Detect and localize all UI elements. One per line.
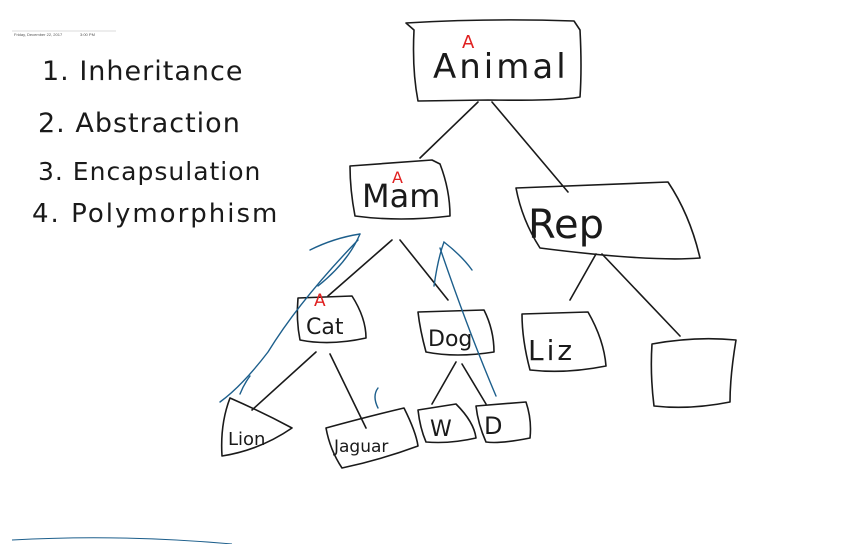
node-mam-abstract-marker: A xyxy=(392,168,403,187)
list-item-inheritance: 1. Inheritance xyxy=(42,56,243,87)
node-animal-abstract-marker: A xyxy=(462,32,475,53)
edge-dog-w xyxy=(431,361,457,405)
node-dog-label: Dog xyxy=(428,327,472,352)
node-lion-label: Lion xyxy=(228,429,265,450)
list-item-encapsulation: 3. Encapsulation xyxy=(38,157,261,186)
list-item-polymorphism: 4. Polymorphism xyxy=(32,199,279,229)
edge-rep-empty xyxy=(601,253,681,337)
node-rep-label: Rep xyxy=(528,202,604,248)
node-cat-abstract-marker: A xyxy=(314,291,326,311)
node-empty-box xyxy=(650,337,737,409)
bottom-rule xyxy=(11,537,233,544)
node-cat-label: Cat xyxy=(306,315,344,340)
node-d-label: D xyxy=(484,412,502,440)
edge-animal-mam xyxy=(419,101,479,159)
list-item-abstraction: 2. Abstraction xyxy=(38,108,241,139)
node-w-label: W xyxy=(430,417,452,442)
edge-dog-d xyxy=(461,363,487,405)
whiteboard-canvas: Friday, December 22, 2017 3:00 PM 1. Inh… xyxy=(11,19,737,544)
note-time: 3:00 PM xyxy=(80,32,95,37)
edge-animal-rep xyxy=(491,101,569,193)
node-liz-label: Liz xyxy=(528,334,575,367)
node-jaguar-label: Jaguar xyxy=(333,437,388,457)
blue-tick-jaguar xyxy=(374,387,379,409)
note-date: Friday, December 22, 2017 xyxy=(14,32,63,37)
edge-rep-liz xyxy=(569,253,597,301)
node-animal-label: Animal xyxy=(433,47,569,87)
edge-cat-jaguar xyxy=(329,353,367,429)
